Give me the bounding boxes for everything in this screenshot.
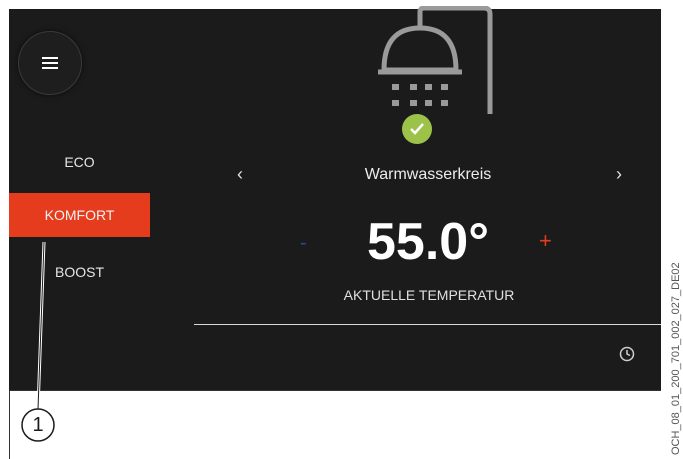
increase-temperature-button[interactable]: + xyxy=(539,228,552,254)
prev-circuit-arrow[interactable]: ‹ xyxy=(230,164,250,185)
mode-komfort-button[interactable]: KOMFORT xyxy=(9,193,150,237)
menu-button[interactable] xyxy=(18,31,82,95)
circuit-name: Warmwasserkreis xyxy=(364,166,492,183)
document-code: OCH_08_01_200_701_002_027_DE02 xyxy=(670,262,682,455)
mode-eco-label: ECO xyxy=(64,154,95,170)
shower-icon xyxy=(378,6,493,114)
frame-left-edge xyxy=(9,390,10,459)
hamburger-icon xyxy=(42,57,58,69)
callout-number: 1 xyxy=(32,413,44,436)
divider-line xyxy=(194,324,661,325)
page: ECO KOMFORT BOOST ‹ Warmwasserkreis › - … xyxy=(0,0,683,459)
temperature-label: AKTUELLE TEMPERATUR xyxy=(343,287,515,303)
mode-komfort-label: KOMFORT xyxy=(44,207,115,223)
mode-boost-label: BOOST xyxy=(54,264,104,280)
check-icon xyxy=(410,123,424,135)
temperature-value: 55.0° xyxy=(366,213,489,271)
next-circuit-arrow[interactable]: › xyxy=(609,164,629,185)
screen-bottom-edge xyxy=(9,390,661,391)
mode-boost-button[interactable]: BOOST xyxy=(9,250,150,294)
clock-icon[interactable] xyxy=(619,346,635,362)
status-ok-badge xyxy=(402,114,432,144)
decrease-temperature-button[interactable]: - xyxy=(300,232,307,255)
mode-eco-button[interactable]: ECO xyxy=(9,140,150,184)
